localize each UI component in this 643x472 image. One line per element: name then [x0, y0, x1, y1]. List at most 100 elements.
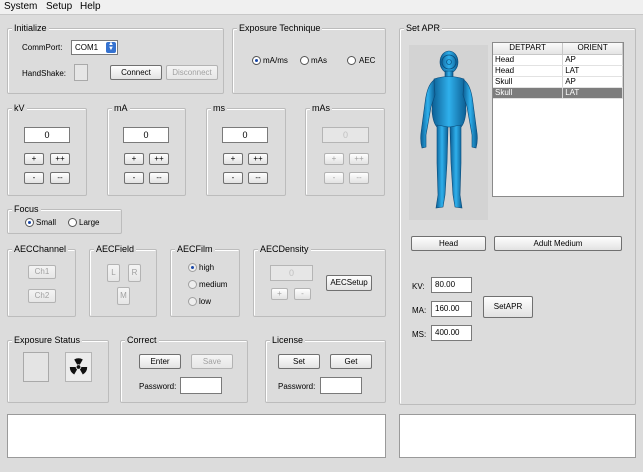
license-get-button[interactable]: Get: [330, 354, 372, 369]
mas-minus-button[interactable]: -: [324, 172, 344, 184]
radio-aec-label: AEC: [359, 56, 376, 65]
radio-ma-ms[interactable]: [252, 56, 261, 65]
body-model-image[interactable]: [409, 45, 488, 220]
cell-orient: LAT: [562, 87, 623, 99]
license-password-input[interactable]: [320, 377, 362, 394]
cell-detpart: Skull: [493, 76, 564, 88]
radio-film-medium[interactable]: [188, 280, 197, 289]
disconnect-button[interactable]: Disconnect: [166, 65, 218, 80]
ms-plus-button[interactable]: +: [223, 153, 243, 165]
initialize-title: Initialize: [12, 23, 49, 34]
handshake-label: HandShake:: [22, 69, 67, 78]
kv-value[interactable]: 0: [24, 127, 70, 143]
aec-channel-group: AECChannel: [7, 244, 76, 317]
cell-orient: AP: [562, 54, 623, 66]
radio-film-high[interactable]: [188, 263, 197, 272]
table-row[interactable]: Head AP: [493, 54, 623, 66]
apr-table[interactable]: DETPART ORIENT Head AP Head LAT Skull AP…: [492, 42, 624, 197]
commport-label: CommPort:: [22, 43, 63, 52]
aec-field-group: AECField: [89, 244, 157, 317]
apr-ms-label: MS:: [412, 330, 427, 339]
focus-title: Focus: [12, 204, 41, 215]
patient-size-button[interactable]: Adult Medium: [494, 236, 622, 251]
menu-bar: System Setup Help: [0, 0, 643, 15]
aec-field-title: AECField: [94, 244, 137, 255]
ma-minus-button[interactable]: -: [124, 172, 144, 184]
ma-value[interactable]: 0: [123, 127, 169, 143]
mas-group: mAs: [305, 103, 385, 196]
license-set-button[interactable]: Set: [278, 354, 320, 369]
menu-help[interactable]: Help: [80, 1, 101, 12]
radio-film-low[interactable]: [188, 297, 197, 306]
exposure-technique-title: Exposure Technique: [237, 23, 323, 34]
field-r-button[interactable]: R: [128, 264, 141, 282]
aec-density-value[interactable]: 0: [270, 265, 313, 281]
ms-plusplus-button[interactable]: ++: [248, 153, 268, 165]
density-plus-button[interactable]: +: [271, 288, 288, 300]
apr-ms-input[interactable]: 400.00: [431, 325, 472, 341]
mas-plusplus-button[interactable]: ++: [349, 153, 369, 165]
ma-plus-button[interactable]: +: [124, 153, 144, 165]
kv-minus-button[interactable]: -: [24, 172, 44, 184]
commport-select[interactable]: COM1 ▲ ▼: [71, 40, 118, 55]
ms-minus-button[interactable]: -: [223, 172, 243, 184]
radio-aec[interactable]: [347, 56, 356, 65]
correct-password-label: Password:: [139, 382, 177, 391]
column-header-orient[interactable]: ORIENT: [562, 43, 623, 55]
ms-value[interactable]: 0: [222, 127, 268, 143]
cell-detpart: Skull: [493, 87, 564, 99]
ms-minusminus-button[interactable]: --: [248, 172, 268, 184]
message-log-right[interactable]: [399, 414, 636, 458]
radiation-icon: [65, 352, 92, 382]
aec-film-title: AECFilm: [175, 244, 215, 255]
radio-mas[interactable]: [300, 56, 309, 65]
ma-title: mA: [112, 103, 130, 114]
body-part-button[interactable]: Head: [411, 236, 486, 251]
set-apr-button[interactable]: SetAPR: [483, 296, 533, 318]
radio-focus-small[interactable]: [25, 218, 34, 227]
radio-film-medium-label: medium: [199, 280, 228, 289]
table-row[interactable]: Skull AP: [493, 76, 623, 88]
column-header-detpart[interactable]: DETPART: [493, 43, 564, 55]
table-row-selected[interactable]: Skull LAT: [493, 87, 623, 99]
menu-system[interactable]: System: [4, 1, 37, 12]
chevron-updown-icon: ▲ ▼: [106, 41, 116, 53]
save-button[interactable]: Save: [191, 354, 233, 369]
mas-plus-button[interactable]: +: [324, 153, 344, 165]
kv-title: kV: [12, 103, 27, 114]
apr-kv-input[interactable]: 80.00: [431, 277, 472, 293]
kv-plus-button[interactable]: +: [24, 153, 44, 165]
field-l-button[interactable]: L: [107, 264, 120, 282]
mas-value[interactable]: 0: [322, 127, 369, 143]
ma-plusplus-button[interactable]: ++: [149, 153, 169, 165]
enter-button[interactable]: Enter: [139, 354, 181, 369]
ch1-button[interactable]: Ch1: [28, 265, 56, 279]
message-log-left[interactable]: [7, 414, 386, 458]
commport-value: COM1: [75, 43, 99, 52]
cell-detpart: Head: [493, 65, 564, 77]
menu-setup[interactable]: Setup: [46, 1, 72, 12]
connect-button[interactable]: Connect: [110, 65, 162, 80]
apr-ma-input[interactable]: 160.00: [431, 301, 472, 317]
ms-group: ms: [206, 103, 286, 196]
ma-minusminus-button[interactable]: --: [149, 172, 169, 184]
field-m-button[interactable]: M: [117, 287, 130, 305]
aec-channel-title: AECChannel: [12, 244, 69, 255]
correct-password-input[interactable]: [180, 377, 222, 394]
ms-title: ms: [211, 103, 227, 114]
kv-group: kV: [7, 103, 87, 196]
mas-title: mAs: [310, 103, 332, 114]
aec-setup-button[interactable]: AECSetup: [326, 275, 372, 291]
kv-minusminus-button[interactable]: --: [50, 172, 70, 184]
radio-film-high-label: high: [199, 263, 215, 272]
ch2-button[interactable]: Ch2: [28, 289, 56, 303]
kv-plusplus-button[interactable]: ++: [50, 153, 70, 165]
cell-orient: AP: [562, 76, 623, 88]
initialize-group: Initialize: [7, 23, 224, 94]
exposure-status-indicator: [23, 352, 49, 382]
table-row[interactable]: Head LAT: [493, 65, 623, 77]
density-minus-button[interactable]: -: [294, 288, 311, 300]
apr-ma-label: MA:: [412, 306, 427, 315]
radio-focus-large[interactable]: [68, 218, 77, 227]
mas-minusminus-button[interactable]: --: [349, 172, 369, 184]
